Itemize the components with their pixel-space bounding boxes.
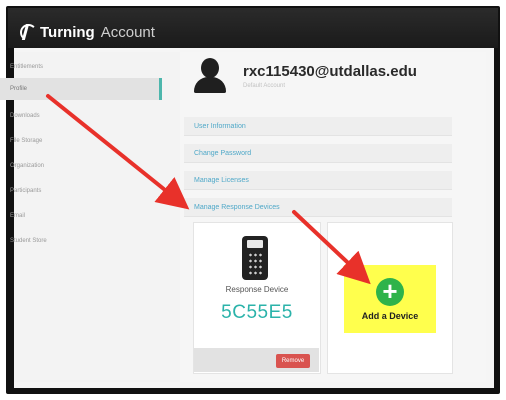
- device-id: 5C55E5: [221, 302, 293, 323]
- sidebar: [14, 52, 181, 382]
- section-manage-licenses[interactable]: Manage Licenses: [184, 171, 452, 190]
- sidebar-item-entitlements[interactable]: Entitlements: [10, 64, 43, 70]
- avatar: [191, 56, 231, 96]
- sidebar-item-participants[interactable]: Participants: [10, 188, 41, 194]
- username: rxc115430@utdallas.edu: [243, 63, 417, 80]
- logo-brand: Turning: [40, 23, 95, 41]
- remote-keys: [248, 252, 262, 276]
- avatar-head: [201, 58, 219, 78]
- sidebar-item-email[interactable]: Email: [10, 213, 25, 219]
- remote-screen: [247, 240, 263, 248]
- device-label: Response Device: [225, 285, 289, 294]
- turning-logo-icon: [20, 24, 37, 41]
- section-change-password[interactable]: Change Password: [184, 144, 452, 163]
- account-subtext: Default Account: [243, 83, 286, 89]
- sidebar-item-student-store[interactable]: Student Store: [10, 238, 47, 244]
- sidebar-item-file-storage[interactable]: File Storage: [10, 138, 42, 144]
- sidebar-item-downloads[interactable]: Downloads: [10, 113, 40, 119]
- section-manage-response-devices[interactable]: Manage Response Devices: [184, 198, 452, 217]
- clicker-remote-icon: [242, 236, 268, 280]
- logo-product: Account: [100, 23, 155, 41]
- remove-device-button[interactable]: Remove: [276, 354, 310, 368]
- sidebar-item-organization[interactable]: Organization: [10, 163, 44, 169]
- plus-icon[interactable]: +: [376, 278, 404, 306]
- avatar-body: [194, 77, 226, 93]
- section-user-information[interactable]: User Information: [184, 117, 452, 136]
- add-device-label[interactable]: Add a Device: [344, 311, 436, 321]
- app-logo[interactable]: Turning Account: [20, 22, 155, 42]
- sidebar-item-profile[interactable]: Profile: [0, 78, 162, 100]
